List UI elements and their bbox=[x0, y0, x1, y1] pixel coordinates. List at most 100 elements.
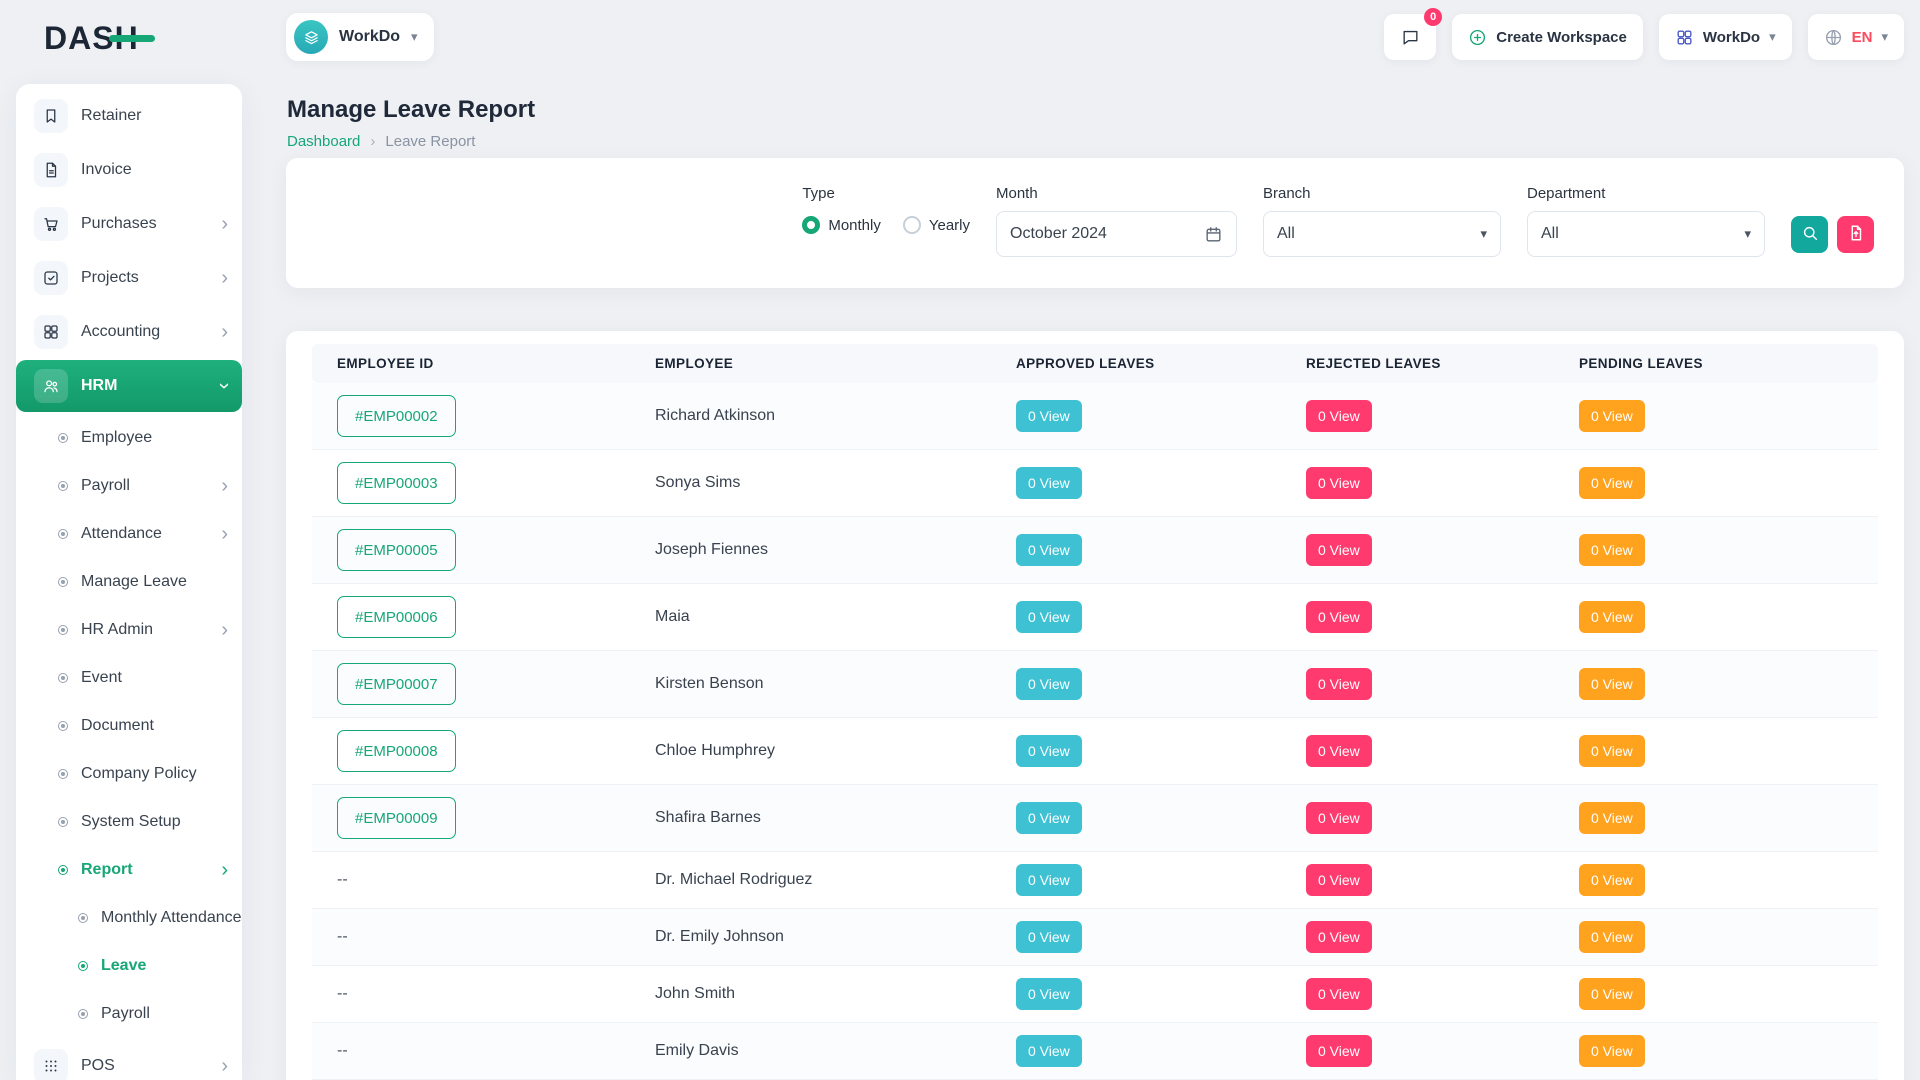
sidebar-item-payroll[interactable]: Payroll › bbox=[16, 990, 242, 1038]
header-approved-leaves: APPROVED LEAVES bbox=[1004, 344, 1294, 383]
employee-id-cell: -- bbox=[312, 1023, 643, 1080]
approved-view-button[interactable]: 0 View bbox=[1016, 921, 1082, 953]
yearly-radio[interactable]: Yearly bbox=[903, 216, 970, 234]
workspace-switcher[interactable]: WorkDo ▾ bbox=[286, 13, 434, 61]
sidebar-item-employee[interactable]: Employee › bbox=[16, 414, 242, 462]
pending-view-button[interactable]: 0 View bbox=[1579, 978, 1645, 1010]
rejected-view-button[interactable]: 0 View bbox=[1306, 400, 1372, 432]
sidebar-item-system-setup[interactable]: System Setup › bbox=[16, 798, 242, 846]
sidebar-item-report[interactable]: Report › bbox=[16, 846, 242, 894]
sidebar-item-monthly-attendance[interactable]: Monthly Attendance › bbox=[16, 894, 242, 942]
department-select[interactable]: All ▾ bbox=[1527, 211, 1765, 257]
employee-id-button[interactable]: #EMP00005 bbox=[337, 529, 456, 571]
export-button[interactable] bbox=[1837, 216, 1874, 253]
sidebar-item-document[interactable]: Document › bbox=[16, 702, 242, 750]
sidebar-item-manage-leave[interactable]: Manage Leave › bbox=[16, 558, 242, 606]
branch-select[interactable]: All ▾ bbox=[1263, 211, 1501, 257]
breadcrumb-dashboard-link[interactable]: Dashboard bbox=[287, 133, 360, 150]
table-row: #EMP00009 Shafira Barnes 0 View 0 View 0… bbox=[312, 785, 1878, 852]
type-filter-group: Type Monthly Yearly bbox=[802, 185, 970, 234]
rejected-view-button[interactable]: 0 View bbox=[1306, 467, 1372, 499]
sidebar-item-purchases[interactable]: Purchases › bbox=[16, 198, 242, 250]
sidebar-item-hrm[interactable]: HRM › bbox=[16, 360, 242, 412]
chevron-right-icon: › bbox=[221, 1056, 228, 1076]
pending-view-button[interactable]: 0 View bbox=[1579, 864, 1645, 896]
approved-view-button[interactable]: 0 View bbox=[1016, 864, 1082, 896]
approved-view-button[interactable]: 0 View bbox=[1016, 601, 1082, 633]
employee-id-button[interactable]: #EMP00009 bbox=[337, 797, 456, 839]
employee-id-button[interactable]: #EMP00002 bbox=[337, 395, 456, 437]
calendar-icon bbox=[1204, 225, 1223, 244]
rejected-view-button[interactable]: 0 View bbox=[1306, 864, 1372, 896]
sidebar-item-event[interactable]: Event › bbox=[16, 654, 242, 702]
rejected-view-button[interactable]: 0 View bbox=[1306, 534, 1372, 566]
month-input[interactable]: October 2024 bbox=[996, 211, 1237, 257]
language-selector[interactable]: EN ▾ bbox=[1808, 14, 1904, 60]
rejected-view-button[interactable]: 0 View bbox=[1306, 802, 1372, 834]
bullet-icon bbox=[58, 529, 68, 539]
employee-id-button[interactable]: #EMP00006 bbox=[337, 596, 456, 638]
rejected-view-button[interactable]: 0 View bbox=[1306, 1035, 1372, 1067]
pending-leaves-cell: 0 View bbox=[1567, 718, 1878, 785]
header-employee: EMPLOYEE bbox=[643, 344, 1004, 383]
messages-button[interactable]: 0 bbox=[1384, 14, 1436, 60]
leave-report-table: EMPLOYEE ID EMPLOYEE APPROVED LEAVES REJ… bbox=[312, 344, 1878, 1080]
rejected-view-button[interactable]: 0 View bbox=[1306, 735, 1372, 767]
employee-id-button[interactable]: #EMP00003 bbox=[337, 462, 456, 504]
approved-leaves-cell: 0 View bbox=[1004, 450, 1294, 517]
monthly-radio[interactable]: Monthly bbox=[802, 216, 881, 234]
approved-view-button[interactable]: 0 View bbox=[1016, 1035, 1082, 1067]
pending-view-button[interactable]: 0 View bbox=[1579, 802, 1645, 834]
breadcrumb: Dashboard › Leave Report bbox=[287, 133, 475, 150]
pending-view-button[interactable]: 0 View bbox=[1579, 601, 1645, 633]
pending-view-button[interactable]: 0 View bbox=[1579, 921, 1645, 953]
rejected-view-button[interactable]: 0 View bbox=[1306, 921, 1372, 953]
app-logo[interactable]: DASH bbox=[44, 20, 139, 57]
employee-id-button[interactable]: #EMP00008 bbox=[337, 730, 456, 772]
workspace-avatar bbox=[294, 20, 328, 54]
bullet-icon bbox=[78, 961, 88, 971]
sidebar-item-projects[interactable]: Projects › bbox=[16, 252, 242, 304]
approved-view-button[interactable]: 0 View bbox=[1016, 534, 1082, 566]
rejected-leaves-cell: 0 View bbox=[1294, 909, 1567, 966]
approved-view-button[interactable]: 0 View bbox=[1016, 668, 1082, 700]
rejected-view-button[interactable]: 0 View bbox=[1306, 978, 1372, 1010]
employee-id-button[interactable]: #EMP00007 bbox=[337, 663, 456, 705]
approved-view-button[interactable]: 0 View bbox=[1016, 735, 1082, 767]
approved-view-button[interactable]: 0 View bbox=[1016, 400, 1082, 432]
chevron-right-icon: › bbox=[221, 322, 228, 342]
search-button[interactable] bbox=[1791, 216, 1828, 253]
approved-view-button[interactable]: 0 View bbox=[1016, 978, 1082, 1010]
pending-view-button[interactable]: 0 View bbox=[1579, 1035, 1645, 1067]
sidebar-item-pos[interactable]: POS › bbox=[16, 1040, 242, 1080]
page-title: Manage Leave Report bbox=[287, 96, 535, 124]
rejected-leaves-cell: 0 View bbox=[1294, 852, 1567, 909]
sidebar-item-invoice[interactable]: Invoice › bbox=[16, 144, 242, 196]
pending-view-button[interactable]: 0 View bbox=[1579, 668, 1645, 700]
sidebar-item-accounting[interactable]: Accounting › bbox=[16, 306, 242, 358]
chevron-right-icon: › bbox=[221, 476, 228, 496]
bullet-icon bbox=[58, 577, 68, 587]
sidebar-item-retainer[interactable]: Retainer › bbox=[16, 90, 242, 142]
pending-view-button[interactable]: 0 View bbox=[1579, 534, 1645, 566]
sidebar-item-company-policy[interactable]: Company Policy › bbox=[16, 750, 242, 798]
employee-name: Dr. Michael Rodriguez bbox=[643, 852, 1004, 909]
employee-id-cell: -- bbox=[312, 966, 643, 1023]
sidebar-top-group: Retainer › Invoice › Purchases › Project… bbox=[16, 90, 242, 412]
create-workspace-button[interactable]: Create Workspace bbox=[1452, 14, 1643, 60]
chevron-down-icon: ▾ bbox=[411, 29, 418, 45]
sidebar-item-payroll[interactable]: Payroll › bbox=[16, 462, 242, 510]
rejected-view-button[interactable]: 0 View bbox=[1306, 601, 1372, 633]
pending-view-button[interactable]: 0 View bbox=[1579, 735, 1645, 767]
sidebar-item-hr-admin[interactable]: HR Admin › bbox=[16, 606, 242, 654]
sidebar-item-leave[interactable]: Leave › bbox=[16, 942, 242, 990]
approved-view-button[interactable]: 0 View bbox=[1016, 802, 1082, 834]
approved-view-button[interactable]: 0 View bbox=[1016, 467, 1082, 499]
rejected-view-button[interactable]: 0 View bbox=[1306, 668, 1372, 700]
workspace-menu-button[interactable]: WorkDo ▾ bbox=[1659, 14, 1792, 60]
sidebar-item-attendance[interactable]: Attendance › bbox=[16, 510, 242, 558]
pending-view-button[interactable]: 0 View bbox=[1579, 400, 1645, 432]
table-row: #EMP00003 Sonya Sims 0 View 0 View 0 Vie… bbox=[312, 450, 1878, 517]
rejected-leaves-cell: 0 View bbox=[1294, 718, 1567, 785]
pending-view-button[interactable]: 0 View bbox=[1579, 467, 1645, 499]
